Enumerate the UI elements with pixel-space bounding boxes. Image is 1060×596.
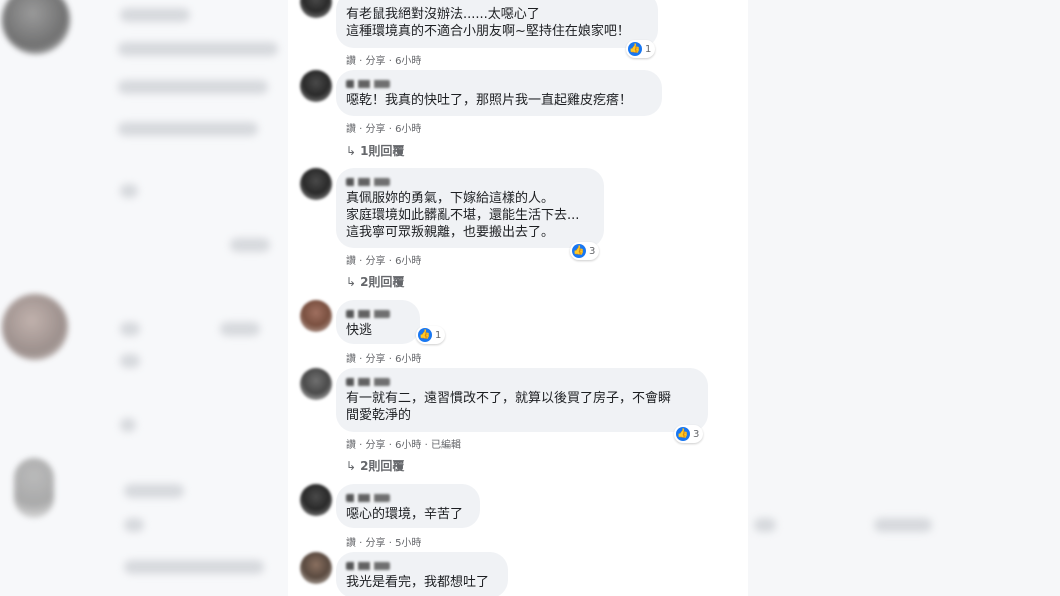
reaction-count: 3 [693,428,700,440]
author-name-blurred[interactable] [346,178,390,186]
thumbs-up-icon: 👍 [418,328,432,342]
author-name-blurred[interactable] [346,310,390,318]
comment-actions[interactable]: 讚 · 分享 · 6小時 · 已編輯 [346,436,461,451]
blurred-text [124,518,144,532]
replies-count: 2則回覆 [360,275,405,289]
comment-bubble: 噁乾！我真的快吐了，那照片我一直起雞皮疙瘩！ [336,70,662,116]
blurred-avatar [2,294,68,360]
commenter-avatar[interactable] [300,484,332,516]
thumbs-up-icon: 👍 [676,427,690,441]
author-name-blurred[interactable] [346,494,390,502]
comment-bubble: 噁心的環境，辛苦了 [336,484,480,528]
author-name-blurred[interactable] [346,562,390,570]
comment-text: 有老鼠我絕對沒辦法......太噁心了 這種環境真的不適合小朋友啊~堅持住在娘家… [346,7,630,39]
blurred-text [118,42,278,56]
reply-arrow-icon: ↳ [346,459,357,473]
commenter-avatar[interactable] [300,168,332,200]
blurred-text [124,484,184,498]
blurred-text [124,560,264,574]
author-name-blurred[interactable] [346,378,390,386]
reply-arrow-icon: ↳ [346,275,357,289]
reaction-count: 1 [435,329,442,341]
comment-bubble: 有一就有二，遠習慣改不了，就算以後買了房子，不會瞬 間愛乾淨的 [336,368,708,432]
commenter-avatar[interactable] [300,70,332,102]
blurred-avatar [14,458,54,518]
comment-bubble: 有老鼠我絕對沒辦法......太噁心了 這種環境真的不適合小朋友啊~堅持住在娘家… [336,0,658,48]
reaction-badge[interactable]: 👍 3 [674,425,704,443]
blurred-text [874,518,932,532]
comment-actions[interactable]: 讚 · 分享 · 6小時 [346,350,421,365]
commenter-avatar[interactable] [300,0,332,18]
author-name-blurred[interactable] [346,80,390,88]
comment-text: 快逃 [346,323,373,338]
reaction-badge[interactable]: 👍 1 [626,40,656,58]
thumbs-up-icon: 👍 [628,42,642,56]
comment-text: 有一就有二，遠習慣改不了，就算以後買了房子，不會瞬 間愛乾淨的 [346,391,672,423]
comment-actions[interactable]: 讚 · 分享 · 6小時 [346,120,421,135]
comment-text: 我光是看完，我都想吐了 [346,575,490,590]
commenter-avatar[interactable] [300,300,332,332]
reaction-count: 3 [589,245,596,257]
blurred-text [118,80,268,94]
reaction-badge[interactable]: 👍 3 [570,242,600,260]
blurred-background-left [0,0,288,596]
commenter-avatar[interactable] [300,552,332,584]
commenter-avatar[interactable] [300,368,332,400]
comment-feed: 有老鼠我絕對沒辦法......太噁心了 這種環境真的不適合小朋友啊~堅持住在娘家… [288,0,748,596]
reaction-badge[interactable]: 👍 1 [416,326,446,344]
comment-actions[interactable]: 讚 · 分享 · 6小時 [346,52,421,67]
view-replies-link[interactable]: ↳ 2則回覆 [346,457,404,474]
blurred-avatar [2,0,70,54]
thumbs-up-icon: 👍 [572,244,586,258]
replies-count: 1則回覆 [360,144,405,158]
replies-count: 2則回覆 [360,459,405,473]
blurred-text [120,184,138,198]
comment-bubble: 快逃 [336,300,420,344]
comment-text: 噁乾！我真的快吐了，那照片我一直起雞皮疙瘩！ [346,93,633,108]
reply-arrow-icon: ↳ [346,144,357,158]
reaction-count: 1 [645,43,652,55]
blurred-text [120,8,190,22]
blurred-text [120,322,140,336]
blurred-text [220,322,260,336]
blurred-text [118,122,258,136]
comment-text: 噁心的環境，辛苦了 [346,507,464,522]
blurred-text [230,238,270,252]
blurred-text [120,418,136,432]
comment-actions[interactable]: 讚 · 分享 · 5小時 [346,534,421,549]
view-replies-link[interactable]: ↳ 2則回覆 [346,273,404,290]
blurred-text [120,354,140,368]
comment-actions[interactable]: 讚 · 分享 · 6小時 [346,252,421,267]
blurred-text [754,518,776,532]
view-replies-link[interactable]: ↳ 1則回覆 [346,142,404,159]
comment-text: 真佩服妳的勇氣，下嫁給這樣的人。 家庭環境如此髒亂不堪，還能生活下去... 這我… [346,191,580,240]
comment-bubble: 我光是看完，我都想吐了 [336,552,508,596]
comment-bubble: 真佩服妳的勇氣，下嫁給這樣的人。 家庭環境如此髒亂不堪，還能生活下去... 這我… [336,168,604,248]
blurred-background-right [748,0,1060,596]
